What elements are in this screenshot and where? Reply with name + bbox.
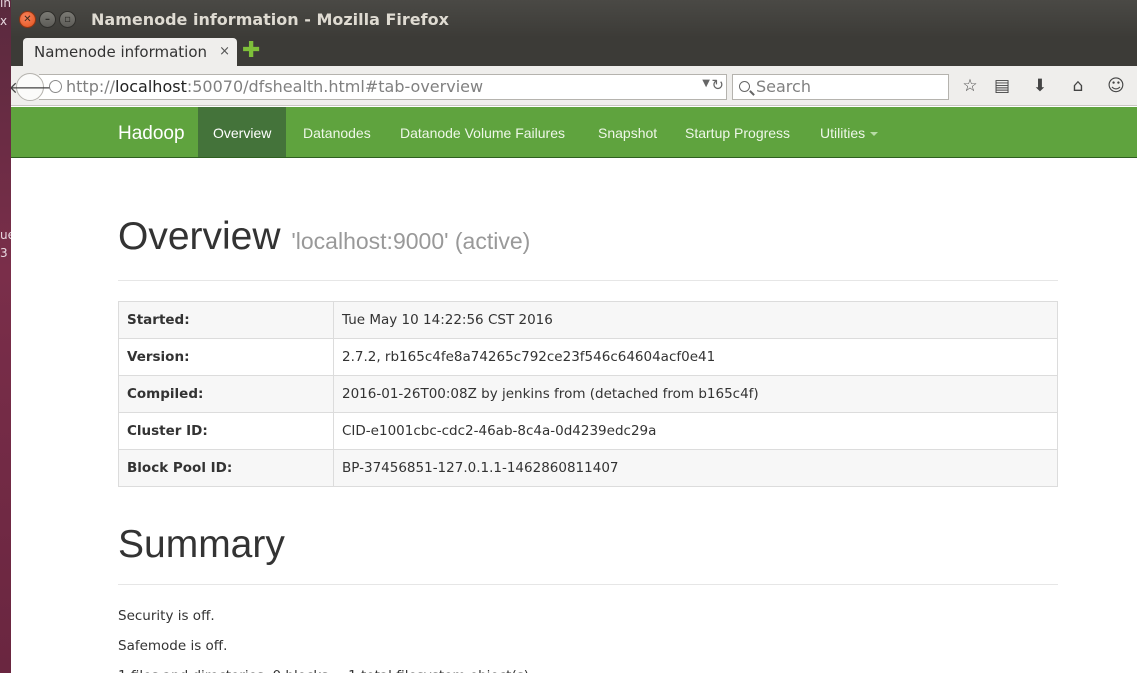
tab-namenode-information[interactable]: Namenode information × (23, 38, 237, 67)
hadoop-navbar: Hadoop Overview Datanodes Datanode Volum… (11, 107, 1137, 158)
row-value: BP-37456851-127.0.1.1-1462860811407 (333, 449, 1058, 487)
nav-startup-progress[interactable]: Startup Progress (685, 107, 790, 157)
url-input[interactable]: http://localhost:50070/dfshealth.html#ta… (39, 74, 727, 100)
row-key: Cluster ID: (118, 412, 334, 450)
page-content: Overview 'localhost:9000' (active) Start… (118, 158, 1058, 673)
table-row: Version: 2.7.2, rb165c4fe8a74265c792ce23f… (118, 338, 1058, 376)
nav-snapshot[interactable]: Snapshot (598, 107, 657, 157)
back-button[interactable]: 🡐 (11, 73, 51, 101)
chat-icon[interactable]: ☺ (1104, 75, 1128, 97)
summary-heading: Summary (118, 523, 285, 566)
tab-strip: Namenode information × ✚ (11, 36, 1137, 67)
desktop-label: 3 (0, 246, 8, 260)
search-placeholder: Search (756, 77, 811, 96)
overview-title: Overview (118, 215, 281, 258)
row-value: CID-e1001cbc-cdc2-46ab-8c4a-0d4239edc29a (333, 412, 1058, 450)
desktop-background: installer x ue 3 (0, 0, 11, 673)
summary-line: 1 files and directories, 0 blocks = 1 to… (118, 661, 1058, 673)
divider (118, 280, 1058, 281)
overview-table: Started: Tue May 10 14:22:56 CST 2016 Ver… (118, 301, 1058, 487)
divider (118, 584, 1058, 585)
arrow-left-icon: 🡐 (11, 78, 52, 97)
row-key: Block Pool ID: (118, 449, 334, 487)
table-row: Started: Tue May 10 14:22:56 CST 2016 (118, 301, 1058, 339)
row-value: 2.7.2, rb165c4fe8a74265c792ce23f546c6460… (333, 338, 1058, 376)
hadoop-brand[interactable]: Hadoop (118, 123, 185, 145)
desktop-label: installer (0, 0, 11, 10)
desktop-label: ue (0, 228, 11, 242)
overview-subtitle: 'localhost:9000' (active) (291, 228, 531, 254)
nav-datanode-volume-failures[interactable]: Datanode Volume Failures (400, 107, 565, 157)
downloads-icon[interactable]: ⬇ (1028, 75, 1052, 97)
tab-label: Namenode information (34, 43, 208, 61)
nav-datanodes[interactable]: Datanodes (303, 107, 371, 157)
home-icon[interactable]: ⌂ (1066, 75, 1090, 97)
reload-icon[interactable]: ↻ (711, 76, 724, 94)
search-input[interactable]: Search (732, 74, 949, 100)
browser-window: ✕ – ▫ Namenode information - Mozilla Fir… (11, 0, 1137, 673)
chevron-down-icon[interactable]: ▼ (702, 78, 710, 89)
tab-close-icon[interactable]: × (219, 44, 230, 59)
row-key: Version: (118, 338, 334, 376)
summary-line: Safemode is off. (118, 638, 228, 654)
row-value: Tue May 10 14:22:56 CST 2016 (333, 301, 1058, 339)
navigation-toolbar: http://localhost:50070/dfshealth.html#ta… (11, 66, 1137, 106)
search-icon (739, 81, 750, 92)
row-key: Compiled: (118, 375, 334, 413)
new-tab-icon[interactable]: ✚ (242, 40, 260, 62)
nav-utilities-label: Utilities (820, 125, 866, 141)
nav-overview[interactable]: Overview (198, 107, 287, 157)
bookmark-star-icon[interactable]: ☆ (958, 75, 982, 97)
table-row: Compiled: 2016-01-26T00:08Z by jenkins fr… (118, 375, 1058, 413)
nav-utilities[interactable]: Utilities (820, 107, 879, 157)
window-minimize-button[interactable]: – (39, 11, 56, 28)
window-maximize-button[interactable]: ▫ (59, 11, 76, 28)
url-path: :50070/dfshealth.html#tab-overview (186, 77, 484, 96)
window-controls: ✕ – ▫ (19, 11, 76, 28)
table-row: Block Pool ID: BP-37456851-127.0.1.1-1462… (118, 449, 1058, 487)
summary-line: Security is off. (118, 608, 215, 624)
url-scheme: http:// (66, 77, 116, 96)
row-key: Started: (118, 301, 334, 339)
window-close-button[interactable]: ✕ (19, 11, 36, 28)
reading-list-icon[interactable]: ▤ (990, 75, 1014, 97)
title-bar[interactable]: ✕ – ▫ Namenode information - Mozilla Fir… (11, 0, 1137, 38)
caret-down-icon (870, 132, 879, 136)
window-title: Namenode information - Mozilla Firefox (91, 10, 449, 29)
table-row: Cluster ID: CID-e1001cbc-cdc2-46ab-8c4a-0… (118, 412, 1058, 450)
row-value: 2016-01-26T00:08Z by jenkins from (detac… (333, 375, 1058, 413)
overview-heading: Overview 'localhost:9000' (active) (118, 215, 1058, 263)
url-host: localhost (115, 77, 187, 96)
desktop-label: x (0, 14, 8, 28)
